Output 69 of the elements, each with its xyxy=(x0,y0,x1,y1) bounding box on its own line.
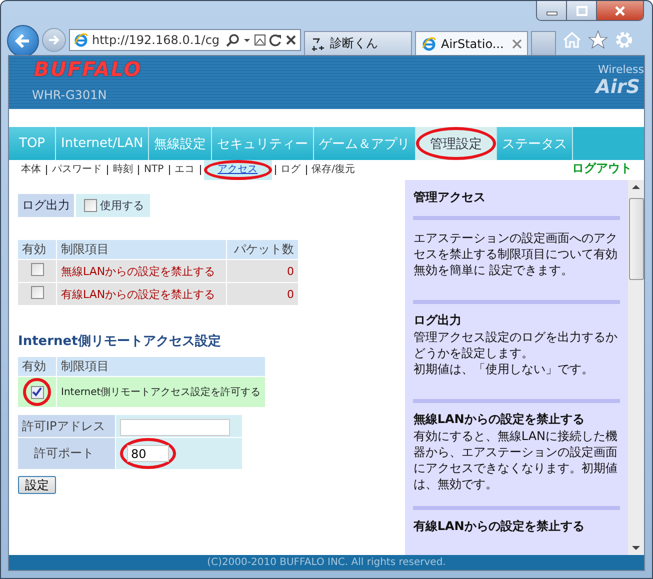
sub-tab[interactable]: パスワード xyxy=(50,164,104,176)
checkbox[interactable] xyxy=(30,286,44,299)
product-line: Wireless xyxy=(598,63,644,76)
log-output-option[interactable]: 使用する xyxy=(76,194,150,217)
forward-button[interactable] xyxy=(42,28,66,52)
column-header: 制限項目 xyxy=(57,357,265,376)
scrollbar[interactable] xyxy=(628,180,644,555)
help-text: 有効にすると、無線LANに接続した機器から、エアステーションの設定画面にアクセスできなくなります。初期値は、無効です。 xyxy=(413,428,619,492)
field-label: 許可IPアドレス xyxy=(18,415,115,437)
browser-logo-icon xyxy=(73,32,89,48)
sub-tab[interactable]: 保存/復元 xyxy=(310,164,357,176)
section-title: Internet側リモートアクセス設定 xyxy=(18,332,222,350)
maximize-icon xyxy=(576,6,588,16)
column-header: 有効 xyxy=(18,240,56,259)
model-name: WHR-G301N xyxy=(32,88,108,102)
input-field[interactable] xyxy=(120,418,230,436)
diagnostic-icon xyxy=(310,36,326,52)
stop-icon[interactable] xyxy=(285,33,297,47)
input-field[interactable]: 80 xyxy=(126,445,169,462)
help-title: 管理アクセス xyxy=(413,189,486,206)
checkbox[interactable] xyxy=(30,386,44,398)
sub-tab[interactable]: ログ xyxy=(278,164,303,176)
close-icon xyxy=(614,6,626,16)
scroll-up-icon[interactable] xyxy=(632,184,640,190)
product-name: AirS xyxy=(596,76,640,98)
browser-logo-icon xyxy=(421,36,437,52)
refresh-icon[interactable] xyxy=(269,33,282,47)
address-bar[interactable]: http://192.168.0.1/cg xyxy=(69,29,301,51)
help-title: 有線LANからの設定を禁止する xyxy=(413,518,586,535)
checkbox[interactable] xyxy=(84,199,97,212)
apply-button[interactable]: 設定 xyxy=(18,476,56,494)
help-text: 管理アクセス設定のログを出力するかどうかを設定します。 xyxy=(413,329,618,361)
setting-label: ログ出力 xyxy=(18,194,74,217)
scroll-down-icon[interactable] xyxy=(632,545,640,551)
browser-tab[interactable]: 診断くん xyxy=(304,31,412,55)
table-cell: 無線LANからの設定を禁止する xyxy=(57,260,226,282)
table-cell: 0 xyxy=(227,260,298,282)
sub-tab[interactable]: 時刻 xyxy=(111,164,135,176)
scroll-thumb[interactable] xyxy=(628,198,644,280)
help-text: 初期値は、「使用しない」です。 xyxy=(413,361,594,377)
help-title: 無線LANからの設定を禁止する xyxy=(413,411,586,428)
sub-tab[interactable]: NTP xyxy=(142,164,166,176)
back-button[interactable] xyxy=(7,25,39,57)
search-icon[interactable] xyxy=(226,33,240,47)
field-label: 許可ポート xyxy=(18,438,115,469)
help-title: ログ出力 xyxy=(413,312,462,329)
table-cell: 0 xyxy=(227,283,298,305)
help-text: エアステーションの設定画面へのアクセスを禁止する制限項目について有効無効を簡単に 設定できます。 xyxy=(413,230,618,278)
close-tab-icon[interactable] xyxy=(512,38,522,48)
table-cell: Internet側リモートアクセス設定を許可する xyxy=(57,377,265,407)
column-header: 制限項目 xyxy=(57,240,226,259)
nav-tab[interactable]: 管理設定 xyxy=(416,127,498,160)
column-header: パケット数 xyxy=(227,240,298,259)
logout-link[interactable]: ログアウト xyxy=(572,160,632,177)
table-cell: 有線LANからの設定を禁止する xyxy=(57,283,226,305)
arrow-right-icon xyxy=(47,33,61,47)
close-button[interactable] xyxy=(597,1,643,20)
url-text: http://192.168.0.1/cg xyxy=(92,33,221,47)
sub-tab[interactable]: アクセス xyxy=(204,160,272,180)
minimize-button[interactable] xyxy=(537,1,567,20)
browser-tab[interactable]: AirStatio... xyxy=(415,31,528,55)
maximize-button[interactable] xyxy=(567,1,597,20)
star-icon[interactable] xyxy=(588,30,608,50)
checkbox[interactable] xyxy=(30,263,44,276)
column-header: 有効 xyxy=(18,357,56,376)
copyright-text: (C)2000-2010 BUFFALO INC. All rights reserved. xyxy=(207,557,446,568)
brand-logo: BUFFALO xyxy=(34,58,142,80)
sub-tab[interactable]: エコ xyxy=(172,164,197,176)
sub-tab[interactable]: 本体 xyxy=(19,164,43,176)
